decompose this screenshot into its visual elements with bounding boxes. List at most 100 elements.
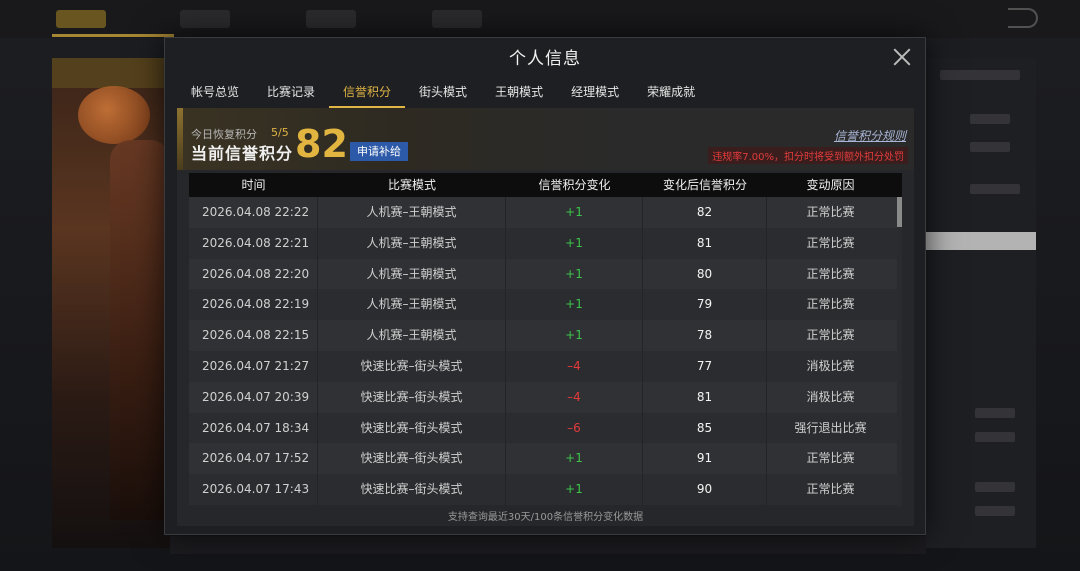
cell-time: 2026.04.07 20:39 [189, 381, 318, 413]
table-row: 2026.04.08 22:22 人机赛–王朝模式 +1 82 正常比赛 [189, 197, 902, 228]
cell-after: 85 [643, 412, 767, 444]
cell-reason: 正常比赛 [806, 328, 855, 343]
cell-reason: 正常比赛 [806, 451, 855, 466]
credit-rules-link[interactable]: 信誉积分规则 [834, 127, 906, 144]
background-tab [180, 10, 230, 28]
cell-time: 2026.04.08 22:21 [189, 227, 318, 259]
cell-reason: 正常比赛 [806, 482, 855, 497]
credit-history-table: 时间 比赛模式 信誉积分变化 变化后信誉积分 变动原因 2026.04.08 2… [189, 173, 902, 507]
cell-reason: 消极比赛 [806, 389, 855, 404]
cell-mode: 快速比赛–街头模式 [318, 443, 506, 475]
background-row [940, 70, 1020, 80]
cell-time: 2026.04.08 22:22 [189, 197, 318, 228]
cell-change: +1 [506, 320, 643, 351]
header-mode: 比赛模式 [387, 178, 436, 192]
tab-account-overview[interactable]: 帐号总览 [177, 78, 253, 108]
cell-after: 77 [643, 350, 767, 382]
close-icon[interactable] [893, 48, 911, 66]
cell-change: +1 [506, 258, 643, 290]
table-row: 2026.04.07 20:39 快速比赛–街头模式 –4 81 消极比赛 [189, 381, 902, 413]
cell-after: 81 [643, 381, 767, 413]
background-bottom-bar [170, 536, 926, 554]
background-row [970, 184, 1020, 194]
table-row: 2026.04.07 17:52 快速比赛–街头模式 +1 91 正常比赛 [189, 443, 902, 475]
cell-time: 2026.04.07 21:27 [189, 350, 318, 382]
cell-change: –6 [506, 412, 643, 444]
cell-change: +1 [506, 227, 643, 259]
background-side-panel [926, 58, 1036, 548]
cell-change: +1 [506, 443, 643, 475]
tab-street-mode[interactable]: 街头模式 [405, 78, 481, 108]
cell-reason: 强行退出比赛 [794, 420, 867, 435]
cell-change: –4 [506, 350, 643, 382]
credit-score-panel: 今日恢复积分 5/5 当前信誉积分 82 申请补给 信誉积分规则 违规率7.00… [177, 108, 914, 526]
cell-time: 2026.04.07 18:34 [189, 412, 318, 444]
query-range-note: 支持查询最近30天/100条信誉积分变化数据 [447, 512, 644, 523]
tab-manager-mode[interactable]: 经理模式 [557, 78, 633, 108]
credit-score-banner: 今日恢复积分 5/5 当前信誉积分 82 申请补给 信誉积分规则 违规率7.00… [177, 108, 914, 170]
cell-mode: 人机赛–王朝模式 [318, 197, 506, 228]
table-header: 时间 比赛模式 信誉积分变化 变化后信誉积分 变动原因 [189, 173, 902, 197]
cell-reason: 消极比赛 [806, 358, 855, 373]
cell-after: 82 [643, 197, 767, 228]
background-tab [432, 10, 482, 28]
table-row: 2026.04.08 22:19 人机赛–王朝模式 +1 79 正常比赛 [189, 289, 902, 321]
table-row: 2026.04.07 17:43 快速比赛–街头模式 +1 90 正常比赛 [189, 474, 902, 505]
cell-mode: 人机赛–王朝模式 [318, 320, 506, 351]
background-highlight-row [926, 232, 1036, 250]
cell-change: +1 [506, 197, 643, 228]
background-tab [56, 10, 106, 28]
dialog-tabs: 帐号总览 比赛记录 信誉积分 街头模式 王朝模式 经理模式 荣耀成就 [177, 78, 709, 108]
cell-change: –4 [506, 381, 643, 413]
cell-mode: 人机赛–王朝模式 [318, 289, 506, 321]
cell-after: 90 [643, 474, 767, 505]
header-after: 变化后信誉积分 [662, 178, 747, 192]
background-top-bar [0, 0, 1080, 38]
basketball-image [78, 86, 150, 144]
tab-credit-score[interactable]: 信誉积分 [329, 78, 406, 108]
background-tab [306, 10, 356, 28]
table-row: 2026.04.08 22:21 人机赛–王朝模式 +1 81 正常比赛 [189, 227, 902, 259]
table-row: 2026.04.08 22:20 人机赛–王朝模式 +1 80 正常比赛 [189, 258, 902, 290]
cell-after: 91 [643, 443, 767, 475]
background-row [975, 408, 1015, 418]
violation-warning: 违规率7.00%，扣分时将受到额外扣分处罚 [708, 147, 908, 164]
cell-reason: 正常比赛 [806, 205, 855, 219]
cell-mode: 快速比赛–街头模式 [318, 350, 506, 382]
cell-time: 2026.04.08 22:19 [189, 289, 318, 321]
dialog-title: 个人信息 [509, 49, 581, 69]
cell-mode: 人机赛–王朝模式 [318, 258, 506, 290]
cell-mode: 快速比赛–街头模式 [318, 412, 506, 444]
cell-after: 79 [643, 289, 767, 321]
tab-dynasty-mode[interactable]: 王朝模式 [481, 78, 557, 108]
table-row: 2026.04.07 21:27 快速比赛–街头模式 –4 77 消极比赛 [189, 350, 902, 382]
background-row [970, 114, 1010, 124]
background-row [970, 142, 1010, 152]
back-arrow-icon[interactable] [1008, 8, 1038, 28]
table-body[interactable]: 2026.04.08 22:22 人机赛–王朝模式 +1 82 正常比赛 202… [189, 197, 902, 507]
current-score-value: 82 [295, 122, 348, 166]
background-row [975, 432, 1015, 442]
personal-info-dialog: 个人信息 帐号总览 比赛记录 信誉积分 街头模式 王朝模式 经理模式 荣耀成就 … [164, 37, 926, 535]
header-time: 时间 [241, 178, 266, 192]
cell-mode: 快速比赛–街头模式 [318, 381, 506, 413]
scrollbar-thumb[interactable] [897, 197, 902, 227]
background-row [975, 506, 1015, 516]
header-change: 信誉积分变化 [538, 178, 611, 192]
cell-time: 2026.04.08 22:20 [189, 258, 318, 290]
cell-mode: 快速比赛–街头模式 [318, 474, 506, 505]
cell-reason: 正常比赛 [806, 297, 855, 312]
cell-change: +1 [506, 474, 643, 505]
cell-change: +1 [506, 289, 643, 321]
daily-restore-count: 5/5 [271, 126, 289, 139]
header-reason: 变动原因 [806, 178, 855, 192]
cell-mode: 人机赛–王朝模式 [318, 227, 506, 259]
current-score-label: 当前信誉积分 [191, 144, 294, 163]
cell-time: 2026.04.07 17:43 [189, 474, 318, 505]
background-player-card-header [52, 58, 172, 88]
cell-reason: 正常比赛 [806, 235, 855, 250]
tab-achievements[interactable]: 荣耀成就 [633, 78, 709, 108]
tab-match-records[interactable]: 比赛记录 [253, 78, 329, 108]
apply-supply-button[interactable]: 申请补给 [350, 142, 408, 161]
table-scrollbar[interactable] [897, 197, 902, 507]
